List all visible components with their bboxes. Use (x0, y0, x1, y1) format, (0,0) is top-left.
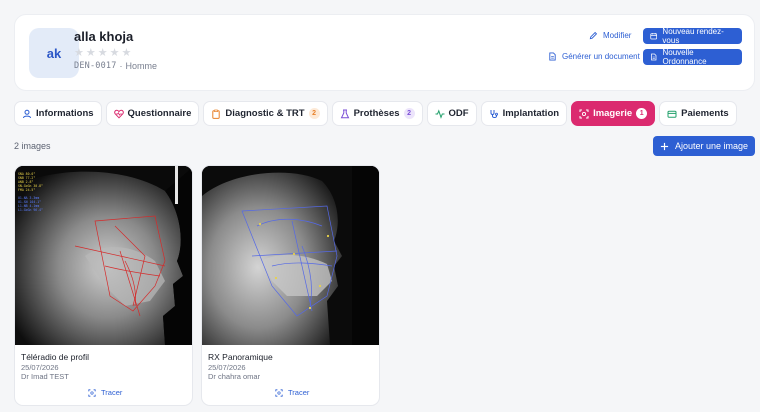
modify-button[interactable]: Modifier (589, 31, 631, 40)
image-title: RX Panoramique (208, 352, 273, 362)
tab-implantation[interactable]: Implantation (480, 101, 568, 126)
tab-label: Informations (36, 108, 94, 119)
new-appointment-label: Nouveau rendez-vous (662, 27, 724, 45)
scan-icon (275, 388, 283, 397)
generate-document-button[interactable]: Générer un document (548, 52, 640, 61)
tab-questionnaire[interactable]: Questionnaire (105, 101, 200, 126)
svg-text:L1-GoGn 96.4°: L1-GoGn 96.4° (18, 208, 43, 212)
document-icon (651, 53, 657, 61)
tab-paiements[interactable]: Paiements (659, 101, 737, 126)
heart-pulse-icon (113, 109, 124, 119)
tab-label: Questionnaire (127, 108, 192, 119)
star-icon[interactable]: ★ (86, 48, 96, 59)
clipboard-icon (212, 109, 221, 119)
star-icon[interactable]: ★ (74, 48, 84, 59)
scan-icon (579, 109, 589, 118)
add-image-button[interactable]: Ajouter une image (653, 136, 755, 156)
generate-document-label: Générer un document (562, 52, 640, 61)
tab-label: Imagerie (593, 108, 633, 119)
trace-label: Tracer (101, 388, 123, 397)
image-doctor: Dr Imad TEST (21, 372, 69, 381)
tab-badge: 2 (403, 108, 415, 119)
star-icon[interactable]: ★ (110, 48, 120, 59)
trace-button[interactable]: Tracer (275, 388, 309, 397)
tab-label: Implantation (502, 108, 560, 119)
image-date: 25/07/2026 (208, 363, 246, 372)
image-date: 25/07/2026 (21, 363, 59, 372)
tab-label: Diagnostic & TRT (225, 108, 305, 119)
patient-meta: DEN-0017 · Homme (74, 61, 157, 71)
tab-label: Paiements (681, 108, 729, 119)
document-icon (549, 52, 556, 61)
rating-stars[interactable]: ★ ★ ★ ★ ★ (74, 48, 131, 59)
image-doctor: Dr chahra omar (208, 372, 261, 381)
flask-icon (340, 109, 349, 118)
patient-tabs: Informations Questionnaire Diagnostic & … (14, 101, 737, 126)
add-image-label: Ajouter une image (674, 141, 749, 151)
xray-thumbnail[interactable]: SNA 80.0° SNB 77.2° ANB 2.8° SN-GoGn 30.8°… (15, 166, 192, 345)
patient-name: alla khoja (74, 29, 134, 44)
new-prescription-label: Nouvelle Ordonnance (662, 48, 707, 66)
plus-icon (660, 142, 669, 150)
tab-imagerie[interactable]: Imagerie 1 (571, 101, 656, 126)
star-icon[interactable]: ★ (122, 48, 132, 59)
image-count: 2 images (14, 141, 51, 151)
modify-label: Modifier (603, 31, 632, 40)
stethoscope-icon (490, 109, 498, 118)
tab-badge: 2 (308, 108, 320, 119)
tab-badge: 1 (636, 108, 648, 119)
tab-informations[interactable]: Informations (14, 101, 102, 126)
user-icon (23, 109, 31, 118)
avatar: ak (29, 28, 79, 78)
calendar-icon (650, 33, 658, 40)
image-card[interactable]: RX Panoramique 25/07/2026 Dr chahra omar… (201, 165, 380, 406)
image-card[interactable]: SNA 80.0° SNB 77.2° ANB 2.8° SN-GoGn 30.8°… (14, 165, 193, 406)
patient-header-card: ak alla khoja ★ ★ ★ ★ ★ DEN-0017 · Homme… (14, 14, 755, 91)
image-title: Téléradio de profil (21, 352, 90, 362)
avatar-initials: ak (46, 45, 62, 61)
activity-icon (435, 108, 445, 119)
new-appointment-button[interactable]: Nouveau rendez-vous (643, 27, 742, 45)
tab-diagnostic[interactable]: Diagnostic & TRT 2 (203, 101, 328, 126)
new-prescription-button[interactable]: Nouvelle Ordonnance (643, 48, 742, 66)
xray-image (202, 166, 379, 345)
star-icon[interactable]: ★ (98, 48, 108, 59)
xray-thumbnail[interactable] (202, 166, 379, 345)
tab-label: ODF (448, 108, 469, 119)
tab-label: Prothèses (353, 108, 400, 119)
pencil-icon (589, 31, 598, 40)
svg-text:FMA 24.5°: FMA 24.5° (18, 188, 35, 192)
patient-code: DEN-0017 (74, 61, 117, 71)
wallet-icon (667, 110, 677, 118)
meta-separator: · (119, 61, 123, 71)
patient-gender: Homme (125, 61, 158, 71)
xray-image: SNA 80.0°SNB 77.2°ANB 2.8° SN-GoGn 30.8°… (15, 166, 192, 345)
tab-protheses[interactable]: Prothèses 2 (331, 101, 423, 126)
trace-button[interactable]: Tracer (88, 388, 122, 397)
scan-icon (88, 388, 96, 397)
trace-label: Tracer (288, 388, 310, 397)
tab-odf[interactable]: ODF (426, 101, 477, 126)
